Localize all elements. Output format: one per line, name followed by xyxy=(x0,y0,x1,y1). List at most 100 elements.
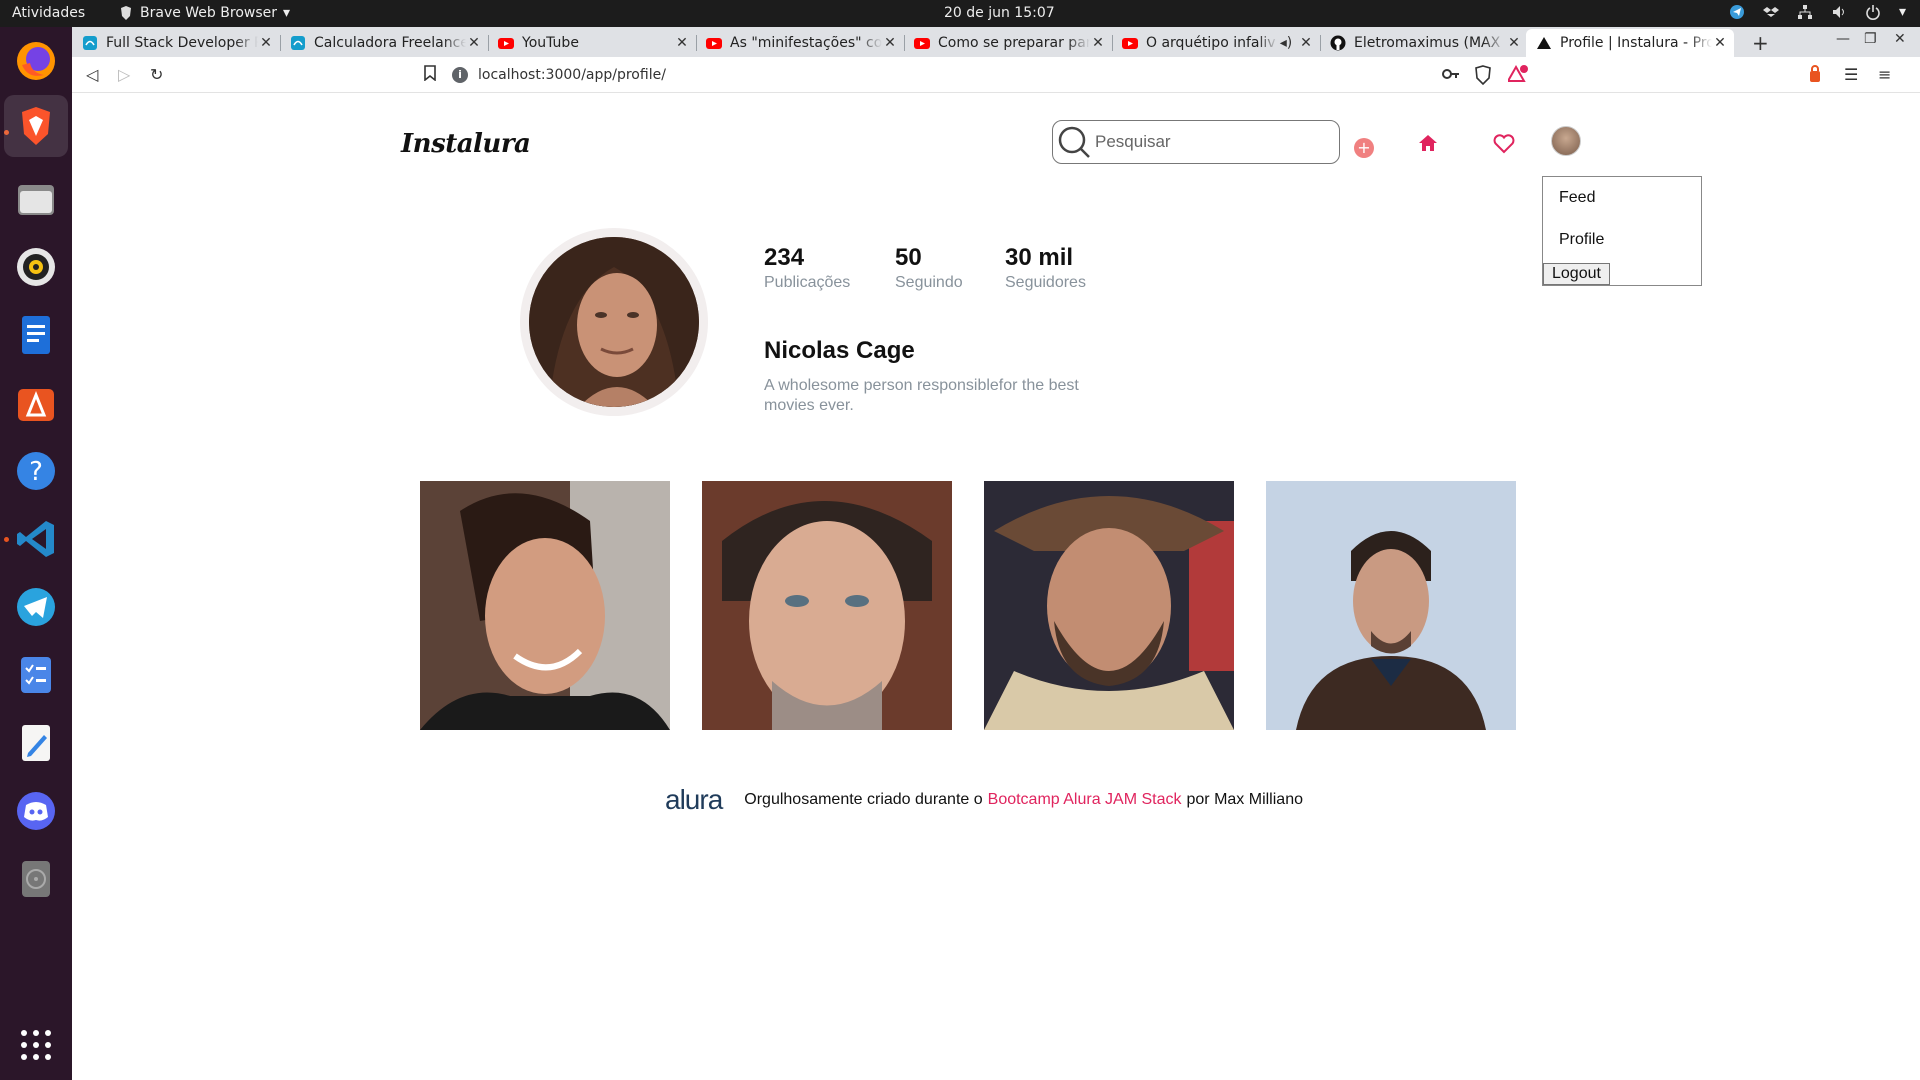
power-icon[interactable] xyxy=(1865,4,1881,20)
youtube-icon xyxy=(1122,38,1138,49)
close-icon[interactable]: ✕ xyxy=(1712,35,1728,51)
stat-following-label: Seguindo xyxy=(895,274,963,291)
close-icon[interactable]: ✕ xyxy=(1298,35,1314,51)
tab-youtube[interactable]: YouTube ✕ xyxy=(488,29,696,57)
system-tray[interactable]: ▾ xyxy=(1729,4,1906,20)
menu-profile-link[interactable]: Profile xyxy=(1559,231,1604,249)
youtube-icon xyxy=(706,38,722,49)
triangle-icon xyxy=(1537,37,1551,49)
brave-icon xyxy=(121,6,131,20)
youtube-icon xyxy=(498,38,514,49)
disk-icon[interactable] xyxy=(12,855,60,903)
libreoffice-writer-icon[interactable] xyxy=(12,311,60,359)
firefox-icon[interactable] xyxy=(12,37,60,85)
tab-instalura-profile[interactable]: Profile | Instalura - Pro ✕ xyxy=(1526,29,1734,57)
add-post-button[interactable]: + xyxy=(1354,138,1374,158)
search-box[interactable] xyxy=(1052,120,1340,164)
close-icon[interactable]: ✕ xyxy=(674,35,690,51)
post-thumbnail[interactable] xyxy=(984,481,1234,730)
profile-avatar xyxy=(520,228,708,416)
activities-button[interactable]: Atividades xyxy=(12,5,85,21)
dropbox-icon[interactable] xyxy=(1762,4,1779,20)
key-icon[interactable] xyxy=(1442,65,1460,84)
tab-calculadora-freelancer[interactable]: Calculadora Freelance ✕ xyxy=(280,29,488,57)
rhythmbox-icon[interactable] xyxy=(12,243,60,291)
svg-text:?: ? xyxy=(29,457,43,487)
tasks-icon[interactable] xyxy=(12,651,60,699)
bootcamp-link[interactable]: Bootcamp Alura JAM Stack xyxy=(988,791,1182,809)
running-indicator xyxy=(4,537,9,542)
post-thumbnail[interactable] xyxy=(1266,481,1516,730)
post-thumbnail[interactable] xyxy=(702,481,952,730)
browser-toolbar: ◁ ▷ ↻ i localhost:3000/app/profile/ ☰ ≡ xyxy=(72,57,1920,93)
profile-photo xyxy=(529,237,699,407)
discord-icon[interactable] xyxy=(12,787,60,835)
tab-arquetipo[interactable]: O arquétipo infaliv ◂) ✕ xyxy=(1112,29,1320,57)
stat-following-value: 50 xyxy=(895,244,922,271)
footer-text-after: por Max Milliano xyxy=(1186,791,1303,808)
heart-icon[interactable] xyxy=(1493,134,1515,154)
address-bar[interactable]: i localhost:3000/app/profile/ xyxy=(452,61,1562,89)
files-icon[interactable] xyxy=(12,175,60,223)
chevron-down-icon[interactable]: ▾ xyxy=(1899,4,1906,20)
text-editor-icon[interactable] xyxy=(12,719,60,767)
tab-como-se-preparar[interactable]: Como se preparar para ✕ xyxy=(904,29,1112,57)
profile-bio: A wholesome person responsiblefor the be… xyxy=(764,377,1079,414)
audio-playing-icon[interactable]: ◂) xyxy=(1278,35,1294,51)
close-icon[interactable]: ✕ xyxy=(1090,35,1106,51)
instalura-logo[interactable]: Instalura xyxy=(401,129,531,159)
stat-followers-value: 30 mil xyxy=(1005,244,1074,271)
close-icon[interactable]: ✕ xyxy=(258,35,274,51)
stat-following: 50 Seguindo xyxy=(895,244,963,292)
browser-menu-icon[interactable]: ≡ xyxy=(1878,65,1891,84)
ubuntu-dock: ? xyxy=(0,27,72,1080)
search-input[interactable] xyxy=(1095,132,1315,152)
home-icon[interactable] xyxy=(1418,134,1438,152)
chevron-down-icon: ▾ xyxy=(283,5,291,21)
tab-strip: Full Stack Developer R ✕ Calculadora Fre… xyxy=(72,27,1920,57)
user-avatar[interactable] xyxy=(1551,126,1581,156)
new-tab-button[interactable]: + xyxy=(1752,31,1769,55)
restore-button[interactable]: ❐ xyxy=(1864,31,1877,47)
network-icon[interactable] xyxy=(1797,4,1813,20)
reload-button[interactable]: ↻ xyxy=(150,65,163,84)
volume-icon[interactable] xyxy=(1831,4,1847,20)
help-icon[interactable]: ? xyxy=(12,447,60,495)
system-top-bar: Atividades Brave Web Browser ▾ 20 de jun… xyxy=(0,0,1920,27)
tab-eletromaximus[interactable]: Eletromaximus (MAX ✕ xyxy=(1320,29,1528,57)
alura-logo[interactable]: alura xyxy=(665,784,723,816)
logout-button[interactable]: Logout xyxy=(1543,263,1610,285)
menu-feed-link[interactable]: Feed xyxy=(1559,189,1595,207)
app-menu[interactable]: Brave Web Browser ▾ xyxy=(118,5,290,21)
post-thumbnail[interactable] xyxy=(420,481,670,730)
clock[interactable]: 20 de jun 15:07 xyxy=(944,5,1055,21)
close-icon[interactable]: ✕ xyxy=(882,35,898,51)
page-footer: alura Orgulhosamente criado durante o Bo… xyxy=(665,784,1303,816)
vscode-icon[interactable] xyxy=(12,515,60,563)
minimize-button[interactable]: — xyxy=(1836,31,1850,47)
telegram-tray-icon[interactable] xyxy=(1729,4,1745,20)
ubuntu-software-icon[interactable] xyxy=(12,379,60,427)
search-icon xyxy=(1058,126,1090,158)
web-page: Instalura + Feed Profile Logout xyxy=(72,94,1920,1080)
forward-button[interactable]: ▷ xyxy=(118,65,130,84)
brave-rewards-icon[interactable] xyxy=(1506,64,1530,87)
site-info-icon[interactable]: i xyxy=(452,67,468,83)
back-button[interactable]: ◁ xyxy=(86,65,98,84)
brave-shields-icon[interactable] xyxy=(1474,65,1492,89)
extension-icon[interactable] xyxy=(1808,65,1822,87)
url-text[interactable]: localhost:3000/app/profile/ xyxy=(478,67,666,83)
close-icon[interactable]: ✕ xyxy=(1506,35,1522,51)
telegram-icon[interactable] xyxy=(12,583,60,631)
mobirise-icon xyxy=(291,36,305,50)
show-applications-icon[interactable] xyxy=(21,1030,51,1060)
mobirise-icon xyxy=(83,36,97,50)
tab-minifestacoes[interactable]: As "minifestações" co ✕ xyxy=(696,29,904,57)
close-icon[interactable]: ✕ xyxy=(466,35,482,51)
footer-text-before: Orgulhosamente criado durante o xyxy=(744,791,983,808)
tab-full-stack-developer[interactable]: Full Stack Developer R ✕ xyxy=(72,29,280,57)
brave-browser-icon[interactable] xyxy=(4,95,68,157)
bookmark-icon[interactable] xyxy=(424,65,436,85)
close-window-button[interactable]: ✕ xyxy=(1894,31,1906,47)
media-playlist-icon[interactable]: ☰ xyxy=(1844,65,1858,84)
